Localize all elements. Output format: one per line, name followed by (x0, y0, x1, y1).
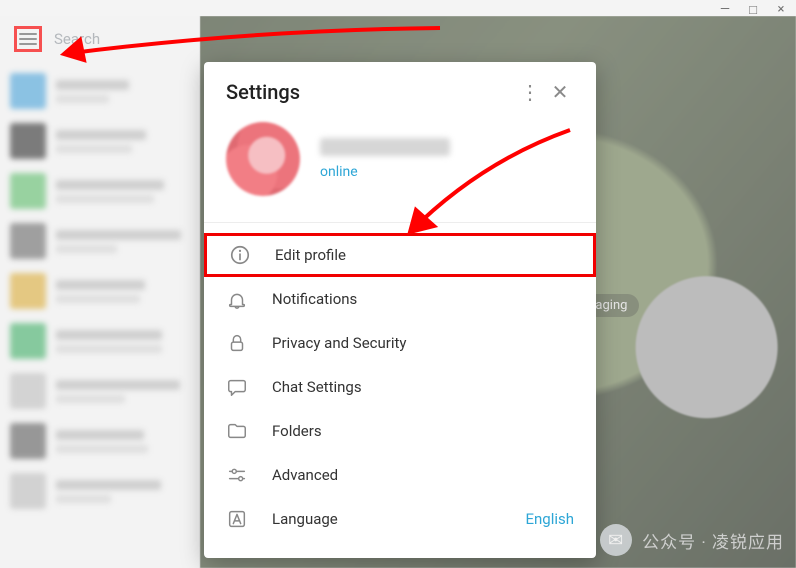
profile-avatar[interactable] (226, 122, 300, 196)
language-value: English (525, 510, 574, 528)
minimize-button[interactable]: — (718, 2, 732, 16)
chat-row[interactable] (0, 466, 199, 516)
privacy-item[interactable]: Privacy and Security (204, 321, 596, 365)
chat-row[interactable] (0, 66, 199, 116)
chat-sidebar: Search (0, 16, 200, 568)
menu-item-label: Advanced (272, 466, 574, 484)
window-close-button[interactable]: × (774, 2, 788, 16)
settings-modal: Settings ⋮ ✕ online Edit profile (204, 62, 596, 558)
chat-settings-item[interactable]: Chat Settings (204, 365, 596, 409)
sliders-icon (226, 464, 248, 486)
menu-item-label: Language (272, 510, 501, 528)
chat-row[interactable] (0, 216, 199, 266)
chat-row[interactable] (0, 316, 199, 366)
chat-row[interactable] (0, 366, 199, 416)
wechat-icon: ✉ (600, 524, 632, 556)
profile-name (320, 138, 450, 156)
lock-icon (226, 332, 248, 354)
watermark-text: 公众号 · 凌锐应用 (642, 528, 784, 553)
settings-more-button[interactable]: ⋮ (518, 82, 542, 102)
chat-row[interactable] (0, 266, 199, 316)
edit-profile-item[interactable]: Edit profile (204, 233, 596, 277)
search-input[interactable]: Search (54, 30, 100, 48)
bell-icon (226, 288, 248, 310)
notifications-item[interactable]: Notifications (204, 277, 596, 321)
settings-title: Settings (226, 80, 518, 104)
chat-row[interactable] (0, 166, 199, 216)
hamburger-menu-button[interactable] (14, 26, 42, 52)
window-titlebar: — □ × (0, 0, 796, 16)
chat-icon (226, 376, 248, 398)
chat-row[interactable] (0, 116, 199, 166)
language-icon (226, 508, 248, 530)
info-icon (229, 244, 251, 266)
profile-status: online (320, 164, 450, 180)
advanced-item[interactable]: Advanced (204, 453, 596, 497)
maximize-button[interactable]: □ (746, 2, 760, 16)
folders-item[interactable]: Folders (204, 409, 596, 453)
folder-icon (226, 420, 248, 442)
watermark: ✉ 公众号 · 凌锐应用 (600, 524, 784, 556)
chat-row[interactable] (0, 416, 199, 466)
menu-item-label: Privacy and Security (272, 334, 574, 352)
language-item[interactable]: Language English (204, 497, 596, 541)
settings-close-button[interactable]: ✕ (542, 80, 578, 104)
menu-item-label: Chat Settings (272, 378, 574, 396)
menu-item-label: Notifications (272, 290, 574, 308)
menu-item-label: Folders (272, 422, 574, 440)
menu-item-label: Edit profile (275, 246, 571, 264)
